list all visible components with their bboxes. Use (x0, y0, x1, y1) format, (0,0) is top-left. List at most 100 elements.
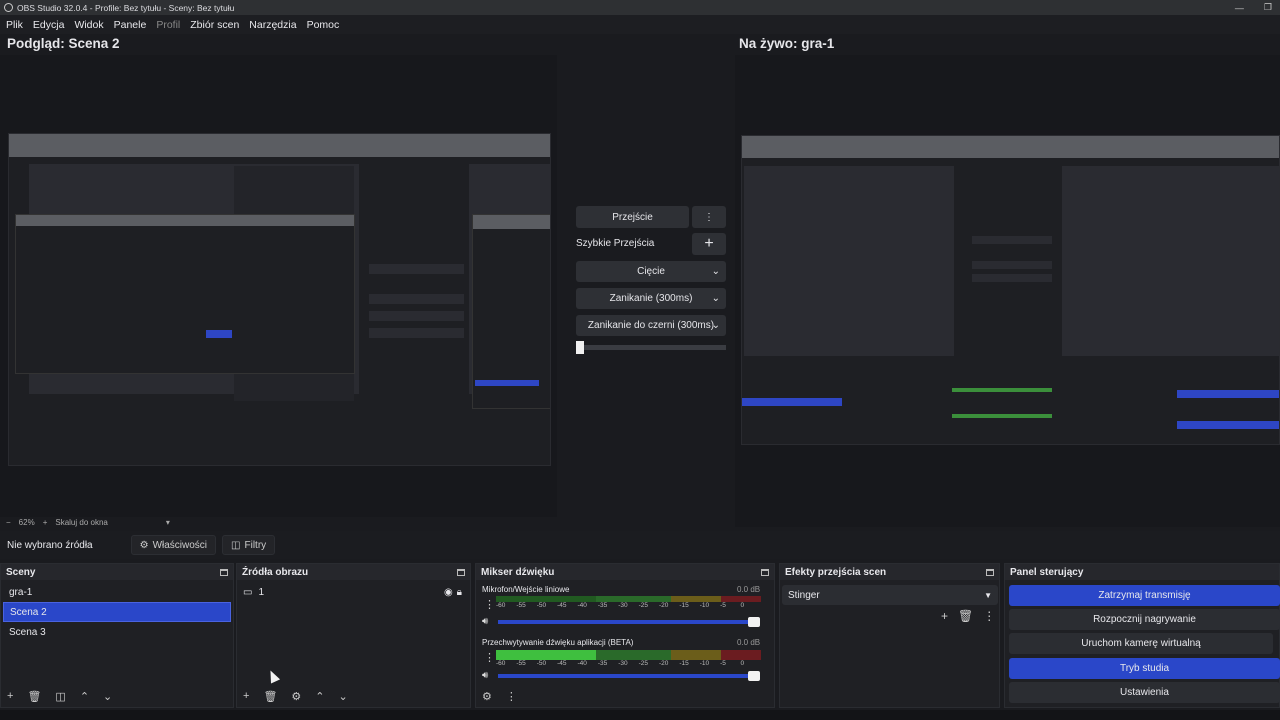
menu-pomoc[interactable]: Pomoc (307, 19, 340, 31)
program-title: Na żywo: gra-1 (739, 36, 835, 51)
mixer-settings-icon[interactable]: ⚙ (482, 690, 492, 703)
add-icon[interactable]: + (7, 690, 13, 702)
meter-scale-tick: -10 (699, 602, 710, 609)
nested-obs-preview-image (8, 133, 551, 466)
kebab-icon[interactable]: ⋮ (484, 651, 495, 664)
trash-icon[interactable]: 🗑 (958, 609, 973, 623)
move-up-icon[interactable]: ⌃ (315, 690, 324, 703)
menu-zbior-scen[interactable]: Zbiór scen (190, 19, 239, 31)
undock-icon[interactable] (457, 568, 465, 576)
gear-icon[interactable]: ⚙ (291, 690, 301, 703)
stop-streaming-button[interactable]: Zatrzymaj transmisję (1009, 585, 1280, 606)
mixer-channel-name: Mikrofon/Wejście liniowe (482, 585, 570, 594)
quick-transition-fade[interactable]: Zanikanie (300ms) ⌄ (576, 288, 726, 309)
kebab-icon[interactable]: ⋮ (506, 690, 517, 703)
move-down-icon[interactable]: ⌄ (103, 690, 112, 703)
meter-scale-tick: -40 (577, 660, 587, 667)
filters-button[interactable]: ◫ Filtry (222, 535, 276, 555)
transition-button[interactable]: Przejście (576, 206, 689, 228)
scenes-header: Sceny (1, 564, 233, 580)
nested-obs-program-image (741, 135, 1280, 445)
volume-slider[interactable] (498, 674, 758, 678)
undock-icon[interactable] (986, 568, 994, 576)
filter-icon: ◫ (231, 539, 241, 551)
trash-icon[interactable]: 🗑 (263, 690, 277, 703)
menu-widok[interactable]: Widok (74, 19, 103, 31)
window-title: OBS Studio 32.0.4 - Profile: Bez tytułu … (17, 2, 235, 13)
scene-item[interactable]: Scena 2 (3, 602, 231, 622)
quick-transition-cut[interactable]: Cięcie ⌄ (576, 261, 726, 282)
move-up-icon[interactable]: ⌃ (80, 690, 89, 703)
preview-title: Podgląd: Scena 2 (7, 36, 120, 51)
studio-mode-button[interactable]: Tryb studia (1009, 658, 1280, 679)
speaker-icon[interactable]: 🔊︎ (482, 616, 488, 627)
menu-edycja[interactable]: Edycja (33, 19, 65, 31)
preview-canvas[interactable] (0, 55, 557, 517)
mixer-channel-db: 0.0 dB (737, 638, 761, 647)
kebab-icon[interactable]: ⋮ (983, 609, 995, 623)
scenes-dock: Sceny gra-1 Scena 2 Scena 3 + 🗑 ◫ ⌃ ⌄ (0, 563, 234, 708)
chevron-down-icon: ▼ (984, 590, 992, 600)
menu-panele[interactable]: Panele (114, 19, 147, 31)
meter-scale-tick: -55 (516, 602, 526, 609)
transition-menu-button[interactable]: ⋮ (692, 206, 726, 228)
meter-scale-tick: -60 (496, 660, 506, 667)
meter-scale-tick: -45 (557, 660, 567, 667)
scene-item[interactable]: gra-1 (3, 582, 231, 602)
meter-scale-tick: -25 (638, 602, 649, 609)
trash-icon[interactable]: 🗑 (27, 690, 41, 703)
filter-icon[interactable]: ◫ (55, 690, 65, 703)
menu-narzedzia[interactable]: Narzędzia (249, 19, 296, 31)
gear-icon: ⚙ (139, 539, 149, 551)
tbar-handle[interactable] (576, 341, 584, 354)
start-virtual-camera-button[interactable]: Uruchom kamerę wirtualną (1009, 633, 1273, 654)
transition-select[interactable]: Stinger ▼ (782, 585, 998, 605)
status-bar (0, 710, 1280, 720)
add-quick-transition-button[interactable]: + (692, 233, 726, 255)
volume-slider-handle[interactable] (748, 617, 760, 627)
zoom-in-icon[interactable]: + (43, 518, 48, 527)
move-down-icon[interactable]: ⌄ (339, 690, 348, 703)
meter-scale-tick: -40 (577, 602, 587, 609)
obs-logo-icon (4, 3, 13, 12)
scene-transitions-header: Efekty przejścia scen (780, 564, 999, 580)
source-item[interactable]: ▭ 1 ◉ 🔒︎ (237, 582, 470, 602)
zoom-value: 62% (18, 518, 35, 527)
add-icon[interactable]: + (941, 609, 948, 623)
undock-icon[interactable] (220, 568, 228, 576)
start-recording-button[interactable]: Rozpocznij nagrywanie (1009, 609, 1280, 630)
lock-icon[interactable]: 🔒︎ (457, 587, 462, 598)
chevron-down-icon: ⌄ (711, 320, 720, 331)
quick-transition-fade-black[interactable]: Zanikanie do czerni (300ms) ⌄ (576, 315, 726, 336)
controls-header: Panel sterujący (1005, 564, 1279, 580)
settings-button[interactable]: Ustawienia (1009, 682, 1280, 703)
scale-mode-select[interactable]: Skaluj do okna (55, 518, 107, 527)
meter-scale-tick: 0 (740, 602, 745, 609)
volume-slider-handle[interactable] (748, 671, 760, 681)
menu-profil[interactable]: Profil (156, 19, 180, 31)
tbar-track[interactable] (576, 345, 726, 350)
meter-scale: -60 -55 -50 -45 -40 -35 -30 -25 -20 -15 -10 -5 0 (496, 602, 761, 609)
properties-button[interactable]: ⚙ Właściwości (130, 535, 217, 555)
volume-meter (496, 650, 761, 660)
meter-scale-tick: -35 (597, 660, 608, 667)
speaker-icon[interactable]: 🔊︎ (482, 670, 488, 681)
window-controls: — ❐ (1235, 0, 1272, 15)
chevron-down-icon[interactable]: ▾ (166, 518, 170, 527)
minimize-icon[interactable]: — (1235, 3, 1244, 13)
meter-scale-tick: -15 (679, 660, 689, 667)
scene-item[interactable]: Scena 3 (3, 622, 231, 642)
menu-plik[interactable]: Plik (6, 19, 23, 31)
volume-slider[interactable] (498, 620, 758, 624)
meter-scale-tick: -15 (679, 602, 689, 609)
maximize-icon[interactable]: ❐ (1264, 2, 1272, 13)
meter-scale: -60 -55 -50 -45 -40 -35 -30 -25 -20 -15 -10 -5 0 (496, 660, 761, 667)
meter-scale-tick: -55 (516, 660, 526, 667)
eye-icon[interactable]: ◉ (444, 587, 453, 598)
kebab-icon[interactable]: ⋮ (484, 598, 495, 611)
meter-scale-tick: -60 (496, 602, 506, 609)
zoom-out-icon[interactable]: − (6, 518, 11, 527)
add-icon[interactable]: + (243, 690, 249, 702)
meter-scale-tick: -20 (659, 660, 669, 667)
undock-icon[interactable] (761, 568, 769, 576)
